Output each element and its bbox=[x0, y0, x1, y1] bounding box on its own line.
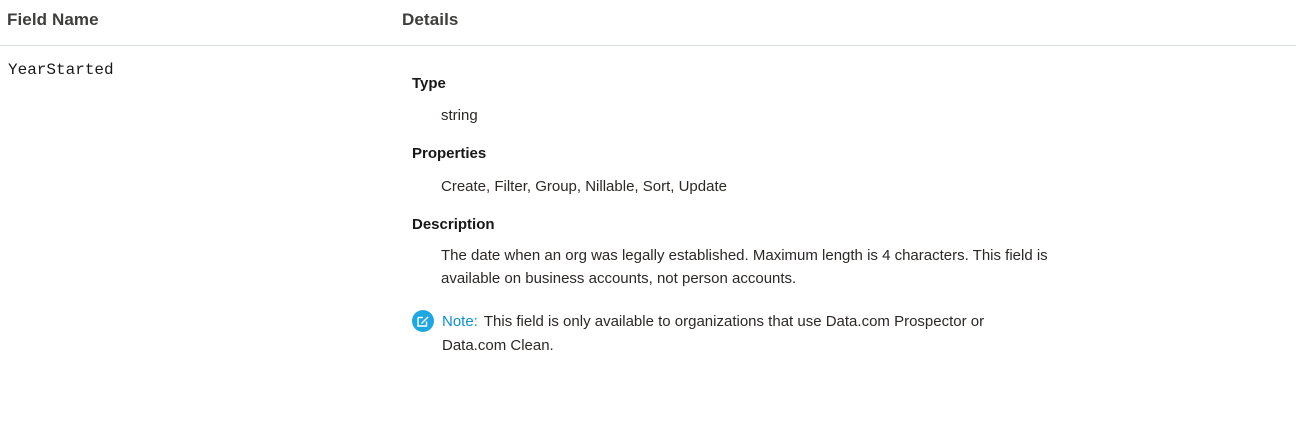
properties-value: Create, Filter, Group, Nillable, Sort, U… bbox=[441, 178, 727, 195]
field-name-column-header: Field Name bbox=[7, 10, 99, 29]
table-header-row: Field Name Details bbox=[0, 0, 1296, 46]
properties-label: Properties bbox=[412, 145, 487, 162]
type-value: string bbox=[441, 107, 478, 124]
description-line-1: The date when an org was legally establi… bbox=[441, 247, 1048, 264]
type-label: Type bbox=[412, 75, 446, 92]
description-line-2: available on business accounts, not pers… bbox=[441, 270, 797, 287]
details-column-header: Details bbox=[402, 10, 459, 29]
description-label: Description bbox=[412, 216, 495, 233]
note-label: Note: bbox=[442, 313, 478, 330]
note-text-block: Note: This field is only available to org… bbox=[442, 310, 1042, 358]
field-name-value: YearStarted bbox=[8, 61, 114, 79]
note-body: This field is only available to organiza… bbox=[442, 313, 985, 354]
note-edit-icon bbox=[412, 310, 434, 332]
